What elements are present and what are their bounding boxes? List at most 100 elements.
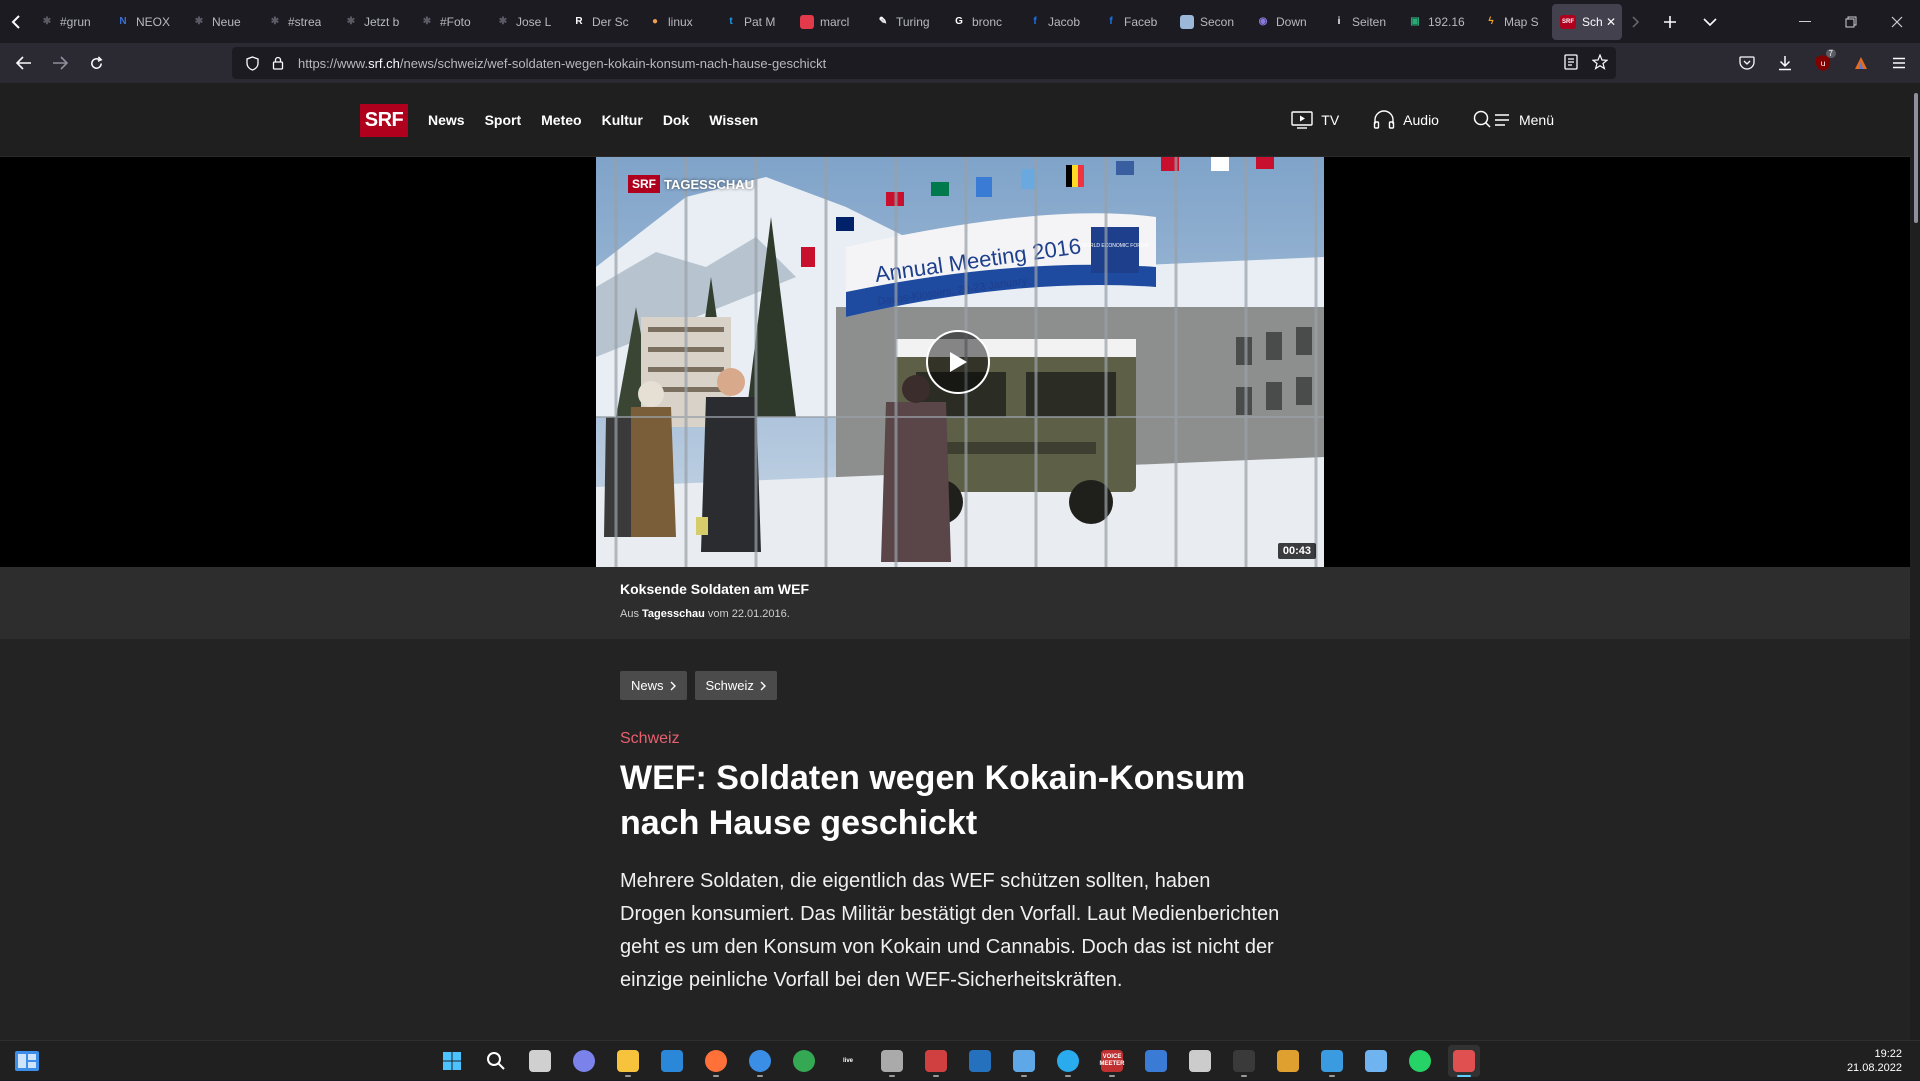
taskbar-chrome-button[interactable] bbox=[788, 1045, 820, 1077]
tv-link[interactable]: TV bbox=[1291, 111, 1339, 129]
browser-tab[interactable]: marcl bbox=[792, 4, 868, 40]
taskbar-chat-button[interactable] bbox=[568, 1045, 600, 1077]
scrollbar-thumb[interactable] bbox=[1914, 93, 1918, 223]
taskbar-firefox-button[interactable] bbox=[700, 1045, 732, 1077]
bookmark-star-button[interactable] bbox=[1591, 52, 1609, 73]
browser-tab[interactable]: ✎ Turing bbox=[868, 4, 944, 40]
snipping-tool-icon bbox=[1453, 1050, 1475, 1072]
pocket-icon bbox=[1739, 55, 1755, 70]
taskbar-start-button[interactable] bbox=[436, 1045, 468, 1077]
taskbar-snipping-tool-button[interactable] bbox=[1448, 1045, 1480, 1077]
lock-icon[interactable] bbox=[268, 56, 288, 70]
tab-scroll-right-button[interactable] bbox=[1622, 0, 1650, 43]
url-text[interactable]: https://www.srf.ch/news/schweiz/wef-sold… bbox=[298, 56, 826, 71]
taskbar-photos-button[interactable] bbox=[1316, 1045, 1348, 1077]
browser-tab[interactable]: ✱ #grun bbox=[32, 4, 108, 40]
audio-link[interactable]: Audio bbox=[1373, 110, 1439, 130]
browser-tab[interactable]: ϟ Map S bbox=[1476, 4, 1552, 40]
srf-logo[interactable]: SRF bbox=[360, 104, 408, 137]
menu-button[interactable]: Menü bbox=[1473, 110, 1554, 130]
nav-link-dok[interactable]: Dok bbox=[663, 112, 689, 128]
taskbar-screenshot-button[interactable] bbox=[1008, 1045, 1040, 1077]
close-icon bbox=[1891, 16, 1903, 27]
list-all-tabs-button[interactable] bbox=[1690, 0, 1730, 43]
running-indicator bbox=[1241, 1075, 1247, 1077]
taskbar-whatsapp-button[interactable] bbox=[1404, 1045, 1436, 1077]
browser-tab[interactable]: f Jacob bbox=[1020, 4, 1096, 40]
tv-icon bbox=[1291, 111, 1313, 129]
taskbar-library-button[interactable] bbox=[1272, 1045, 1304, 1077]
taskbar-live-button[interactable]: live bbox=[832, 1045, 864, 1077]
taskbar-thunderbird-button[interactable] bbox=[744, 1045, 776, 1077]
tagesschau-logo: SRF TAGESSCHAU bbox=[628, 175, 754, 193]
browser-tab[interactable]: R Der Sc bbox=[564, 4, 640, 40]
ublock-extension-button[interactable]: u 7 bbox=[1808, 47, 1838, 79]
browser-tab[interactable]: t Pat M bbox=[716, 4, 792, 40]
taskbar-file-explorer-button[interactable] bbox=[612, 1045, 644, 1077]
tab-label: #strea bbox=[288, 14, 322, 29]
breadcrumb-news[interactable]: News bbox=[620, 671, 687, 700]
widgets-button[interactable] bbox=[14, 1049, 40, 1073]
taskbar-store-button[interactable] bbox=[1140, 1045, 1172, 1077]
page-scrollbar[interactable] bbox=[1910, 83, 1920, 1040]
taskbar-notepad-button[interactable] bbox=[1360, 1045, 1392, 1077]
browser-tab[interactable]: ✱ Jose L bbox=[488, 4, 564, 40]
browser-tab[interactable]: ✱ #Foto bbox=[412, 4, 488, 40]
app-menu-button[interactable] bbox=[1884, 47, 1914, 79]
browser-tab[interactable]: f Faceb bbox=[1096, 4, 1172, 40]
show-link[interactable]: Tagesschau bbox=[642, 608, 705, 620]
taskbar-task-view-button[interactable] bbox=[524, 1045, 556, 1077]
url-bar[interactable]: https://www.srf.ch/news/schweiz/wef-sold… bbox=[232, 47, 1616, 79]
pocket-button[interactable] bbox=[1732, 47, 1762, 79]
browser-tab[interactable]: ◉ Down bbox=[1248, 4, 1324, 40]
play-icon bbox=[950, 352, 967, 372]
extension-button[interactable] bbox=[1846, 47, 1876, 79]
browser-tab[interactable]: ✱ #strea bbox=[260, 4, 336, 40]
nav-link-kultur[interactable]: Kultur bbox=[602, 112, 643, 128]
browser-tab[interactable]: ✱ Neue bbox=[184, 4, 260, 40]
breadcrumb-schweiz[interactable]: Schweiz bbox=[694, 671, 777, 700]
back-button[interactable] bbox=[6, 47, 42, 79]
browser-tab[interactable]: Gbronc bbox=[944, 4, 1020, 40]
taskbar-terminal-button[interactable] bbox=[1228, 1045, 1260, 1077]
browser-tab[interactable]: ● linux bbox=[640, 4, 716, 40]
taskbar-powershell-button[interactable] bbox=[964, 1045, 996, 1077]
video-player[interactable]: Annual Meeting 2016 Davos-Klosters, 20-2… bbox=[596, 157, 1324, 567]
taskbar-radio-button[interactable] bbox=[920, 1045, 952, 1077]
taskbar-defender-button[interactable] bbox=[656, 1045, 688, 1077]
menu-label: Menü bbox=[1518, 112, 1554, 128]
browser-tab[interactable]: ▣ 192.16 bbox=[1400, 4, 1476, 40]
browser-tab-active[interactable]: SRF Sch ✕ bbox=[1552, 3, 1622, 40]
browser-tab[interactable]: N NEOX bbox=[108, 4, 184, 40]
system-clock[interactable]: 19:22 21.08.2022 bbox=[1847, 1047, 1902, 1075]
video-section: Annual Meeting 2016 Davos-Klosters, 20-2… bbox=[0, 157, 1920, 567]
nav-link-sport[interactable]: Sport bbox=[485, 112, 522, 128]
browser-tab[interactable]: i Seiten bbox=[1324, 4, 1400, 40]
nav-link-news[interactable]: News bbox=[428, 112, 465, 128]
new-tab-button[interactable] bbox=[1650, 0, 1690, 43]
taskbar-gamepad-button[interactable] bbox=[876, 1045, 908, 1077]
taskbar-telegram-button[interactable] bbox=[1052, 1045, 1084, 1077]
taskbar-voicemeeter-button[interactable]: VOICE MEETER bbox=[1096, 1045, 1128, 1077]
nav-link-meteo[interactable]: Meteo bbox=[541, 112, 581, 128]
close-window-button[interactable] bbox=[1874, 0, 1920, 43]
reload-button[interactable] bbox=[78, 47, 114, 79]
restore-button[interactable] bbox=[1828, 0, 1874, 43]
neox-icon: N bbox=[119, 16, 127, 27]
close-tab-icon[interactable]: ✕ bbox=[1606, 15, 1616, 29]
reader-view-button[interactable] bbox=[1564, 53, 1578, 73]
tab-scroll-left-button[interactable] bbox=[0, 0, 32, 43]
taskbar-search-button[interactable] bbox=[480, 1045, 512, 1077]
twitter-icon: t bbox=[729, 16, 733, 27]
browser-tab[interactable]: ✱ Jetzt b bbox=[336, 4, 412, 40]
minimize-button[interactable] bbox=[1782, 0, 1828, 43]
nav-link-wissen[interactable]: Wissen bbox=[709, 112, 758, 128]
forward-button[interactable] bbox=[42, 47, 78, 79]
play-button[interactable] bbox=[926, 330, 990, 394]
tracking-shield-icon[interactable] bbox=[242, 55, 262, 71]
video-caption: Koksende Soldaten am WEF Aus Tagesschau … bbox=[0, 567, 1920, 639]
taskbar-vm-button[interactable] bbox=[1184, 1045, 1216, 1077]
browser-tab[interactable]: Secon bbox=[1172, 4, 1248, 40]
article-kicker[interactable]: Schweiz bbox=[620, 730, 680, 748]
downloads-button[interactable] bbox=[1770, 47, 1800, 79]
